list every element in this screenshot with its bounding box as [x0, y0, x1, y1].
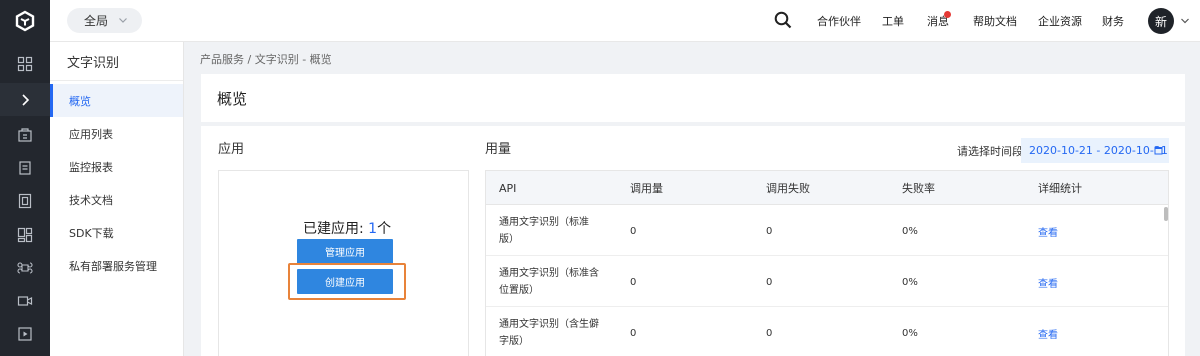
cell-api: 通用文字识别（含生僻字版） — [499, 319, 599, 347]
avatar[interactable]: 新 — [1148, 8, 1174, 34]
table-header: API 调用量 调用失败 失败率 详细统计 — [486, 171, 1168, 205]
sidebar-item-label: 应用列表 — [69, 127, 113, 141]
cell-calls: 0 — [630, 327, 637, 339]
cell-calls: 0 — [630, 276, 637, 288]
grid-icon[interactable] — [0, 47, 50, 80]
sidebar-item-private-deploy[interactable]: 私有部署服务管理 — [50, 249, 183, 282]
sidebar-item-tech-docs[interactable]: 技术文档 — [50, 183, 183, 216]
date-range-value: 2020-10-21 - 2020-10-21 — [1029, 144, 1168, 157]
sidebar-item-label: SDK下载 — [69, 226, 114, 240]
cell-failure-rate: 0% — [902, 225, 918, 237]
sidebar-item-sdk-download[interactable]: SDK下载 — [50, 216, 183, 249]
create-app-label: 创建应用 — [325, 278, 365, 289]
logo-cube-icon[interactable] — [0, 0, 50, 42]
nav-messages[interactable]: 消息 — [927, 0, 949, 42]
sidebar-item-monitoring[interactable]: 监控报表 — [50, 150, 183, 183]
apps-section-title: 应用 — [218, 142, 245, 157]
breadcrumb[interactable]: 产品服务 / 文字识别 - 概览 — [200, 51, 332, 67]
building-icon[interactable] — [0, 118, 50, 151]
cell-api: 通用文字识别（标准版） — [499, 217, 589, 245]
document-icon[interactable] — [0, 151, 50, 184]
manage-apps-button[interactable]: 管理应用 — [297, 239, 393, 264]
usage-table: API 调用量 调用失败 失败率 详细统计 通用文字识别（标准版） 0 0 0%… — [485, 170, 1169, 356]
manage-apps-label: 管理应用 — [325, 248, 365, 259]
date-range-picker[interactable]: 2020-10-21 - 2020-10-21 — [1021, 138, 1169, 163]
video-icon[interactable] — [0, 284, 50, 317]
cell-failures: 0 — [766, 225, 773, 237]
chevron-down-icon — [119, 18, 127, 23]
cell-api: 通用文字识别（标准含位置版） — [499, 268, 599, 296]
command-icon[interactable] — [0, 251, 50, 284]
view-detail-link[interactable]: 查看 — [1038, 308, 1058, 356]
date-range-label: 请选择时间段 — [957, 145, 1023, 158]
dashboard-icon[interactable] — [0, 218, 50, 251]
scope-label: 全局 — [84, 14, 109, 28]
nav-partners-label: 合作伙伴 — [817, 15, 861, 28]
sidebar-item-label: 私有部署服务管理 — [69, 259, 157, 273]
sidebar-item-label: 概览 — [69, 94, 91, 108]
page-title: 概览 — [217, 89, 248, 108]
column-header-detail: 详细统计 — [1038, 182, 1082, 195]
column-header-failure-rate: 失败率 — [902, 182, 935, 195]
app-count: 已建应用: 1个 — [303, 218, 391, 238]
chevron-down-icon[interactable] — [1180, 17, 1190, 25]
sidebar-item-app-list[interactable]: 应用列表 — [50, 117, 183, 150]
chevron-right-icon[interactable] — [0, 83, 50, 116]
cell-failure-rate: 0% — [902, 276, 918, 288]
app-count-number[interactable]: 1 — [368, 221, 377, 237]
cell-failures: 0 — [766, 327, 773, 339]
app-count-unit: 个 — [377, 221, 392, 237]
notification-badge — [944, 11, 951, 18]
main-panel: 应用 已建应用: 1个 管理应用 创建应用 用量 请选择时间段 2020-10-… — [201, 126, 1185, 356]
nav-help-docs[interactable]: 帮助文档 — [973, 0, 1017, 42]
secondary-sidebar: 文字识别 概览 应用列表 监控报表 技术文档 SDK下载 私有部署服务管理 — [50, 42, 184, 356]
nav-finance[interactable]: 财务 — [1102, 0, 1124, 42]
avatar-text: 新 — [1154, 14, 1167, 29]
nav-enterprise[interactable]: 企业资源 — [1038, 0, 1082, 42]
page-title-card: 概览 — [201, 74, 1185, 122]
sidebar-title: 文字识别 — [50, 42, 183, 81]
view-detail-link[interactable]: 查看 — [1038, 206, 1058, 256]
frame-icon[interactable] — [0, 184, 50, 217]
calendar-icon — [1154, 147, 1163, 155]
nav-finance-label: 财务 — [1102, 15, 1124, 28]
table-row: 通用文字识别（含生僻字版） 0 0 0% 查看 — [486, 308, 1168, 356]
sidebar-item-label: 监控报表 — [69, 160, 113, 174]
usage-section-title: 用量 — [485, 142, 512, 157]
table-scrollbar[interactable] — [1164, 207, 1168, 221]
nav-tickets[interactable]: 工单 — [882, 0, 904, 42]
app-count-label: 已建应用: — [303, 221, 364, 237]
search-icon[interactable] — [774, 11, 792, 29]
nav-enterprise-label: 企业资源 — [1038, 15, 1082, 28]
view-detail-link[interactable]: 查看 — [1038, 257, 1058, 307]
nav-help-docs-label: 帮助文档 — [973, 15, 1017, 28]
icon-rail — [0, 0, 50, 356]
table-row: 通用文字识别（标准版） 0 0 0% 查看 — [486, 206, 1168, 256]
create-app-button[interactable]: 创建应用 — [297, 269, 393, 294]
cell-failures: 0 — [766, 276, 773, 288]
nav-tickets-label: 工单 — [882, 15, 904, 28]
sidebar-item-label: 技术文档 — [69, 193, 113, 207]
sidebar-item-overview[interactable]: 概览 — [50, 84, 183, 117]
column-header-api: API — [499, 181, 517, 195]
cell-calls: 0 — [630, 225, 637, 237]
scope-selector[interactable]: 全局 — [67, 8, 142, 33]
table-row: 通用文字识别（标准含位置版） 0 0 0% 查看 — [486, 257, 1168, 307]
play-icon[interactable] — [0, 317, 50, 350]
column-header-calls: 调用量 — [630, 182, 663, 195]
nav-partners[interactable]: 合作伙伴 — [817, 0, 861, 42]
top-bar: 全局 合作伙伴 工单 消息 帮助文档 企业资源 财务 新 — [50, 0, 1200, 42]
cell-failure-rate: 0% — [902, 327, 918, 339]
column-header-failures: 调用失败 — [766, 182, 810, 195]
apps-box: 已建应用: 1个 管理应用 创建应用 — [218, 170, 469, 356]
